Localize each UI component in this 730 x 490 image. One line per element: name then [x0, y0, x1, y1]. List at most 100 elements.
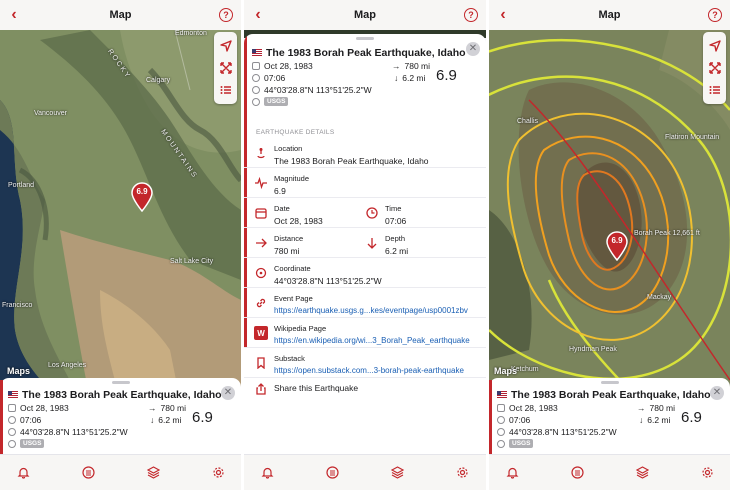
substack-link[interactable]: https://open.substack.com...3-borah-peak…	[274, 366, 480, 375]
arrow-right-icon: →	[637, 403, 646, 413]
distance-row: → 780 mi	[637, 403, 675, 413]
depth-value: 6.2 mi	[402, 73, 426, 83]
share-row[interactable]: Share this Earthquake	[244, 378, 486, 400]
clock-icon	[252, 74, 260, 82]
tab-bar	[0, 454, 241, 490]
bell-icon	[17, 467, 29, 479]
nav-bar: ‹ Map ?	[0, 0, 241, 30]
gear-icon	[457, 467, 469, 478]
screen-map-zoomed: ‹ Map ? Challis Borah Peak 12,661 ft Mac…	[489, 0, 730, 490]
coordinate-detail-value: 44°03'28.8"N 113°51'25.2"W	[274, 276, 382, 286]
details-sheet[interactable]: ✕ The 1983 Borah Peak Earthquake, Idaho …	[244, 34, 486, 454]
detail-row-distance-depth: Distance 780 mi Depth 6.2 mi	[244, 228, 486, 258]
layers-icon	[391, 466, 405, 479]
date-row: Oct 28, 1983	[8, 403, 69, 413]
sheet-grabber[interactable]	[111, 381, 130, 384]
pin-magnitude: 6.9	[136, 187, 148, 196]
distance-row: → 780 mi	[148, 403, 186, 413]
distance-value: 780 mi	[404, 61, 431, 71]
location-label: Location	[274, 144, 303, 153]
help-icon[interactable]: ?	[219, 8, 233, 22]
source-row: USGS	[252, 97, 289, 106]
target-icon	[254, 266, 268, 280]
help-icon[interactable]: ?	[464, 8, 478, 22]
calendar-icon	[252, 62, 260, 70]
close-icon[interactable]: ✕	[221, 386, 235, 400]
waveform-icon	[254, 176, 268, 190]
back-icon[interactable]: ‹	[6, 7, 22, 23]
event-page-link[interactable]: https://earthquake.usgs.g...kes/eventpag…	[274, 306, 480, 315]
wikipedia-link[interactable]: https://en.wikipedia.org/wi...3_Borah_Pe…	[274, 336, 480, 345]
magnitude-detail-value: 6.9	[274, 186, 286, 196]
arrow-down-icon	[365, 236, 379, 250]
tab-settings[interactable]	[699, 465, 715, 481]
list-icon[interactable]	[706, 79, 724, 101]
tab-list[interactable]	[324, 465, 340, 481]
quake-summary-sheet[interactable]: ✕ The 1983 Borah Peak Earthquake, Idaho …	[489, 378, 730, 454]
calendar-icon	[8, 404, 16, 412]
map-view[interactable]: R O C K Y M O U N T A I N S Edmonton Cal…	[0, 30, 241, 400]
tab-layers[interactable]	[390, 465, 406, 481]
magnitude-value: 6.9	[436, 67, 457, 84]
close-icon[interactable]: ✕	[710, 386, 724, 400]
wikipedia-label: Wikipedia Page	[274, 324, 327, 333]
expand-icon[interactable]	[217, 57, 235, 79]
coordinate-row: 44°03'28.8"N 113°51'25.2"W	[8, 427, 128, 437]
time-row: 07:06	[252, 73, 285, 83]
detail-row-wikipedia[interactable]: W Wikipedia Page https://en.wikipedia.or…	[244, 318, 486, 348]
layers-icon	[146, 466, 160, 479]
detail-row-substack[interactable]: Substack https://open.substack.com...3-b…	[244, 348, 486, 378]
share-label[interactable]: Share this Earthquake	[274, 383, 358, 393]
tab-layers[interactable]	[145, 465, 161, 481]
location-arrow-icon[interactable]	[217, 35, 235, 57]
time-detail-value: 07:06	[385, 216, 407, 226]
list-icon[interactable]	[217, 79, 235, 101]
detail-row-event-page[interactable]: Event Page https://earthquake.usgs.g...k…	[244, 288, 486, 318]
arrow-right-icon: →	[148, 403, 157, 413]
bookmark-icon	[254, 356, 268, 370]
date-detail-value: Oct 28, 1983	[274, 216, 323, 226]
map-label-mackay: Mackay	[647, 294, 672, 301]
map-label-vancouver: Vancouver	[34, 110, 67, 117]
earthquake-pin[interactable]: 6.9	[606, 231, 628, 262]
map-view[interactable]: Challis Borah Peak 12,661 ft Mackay Hynd…	[489, 30, 730, 400]
tab-alerts[interactable]	[15, 465, 31, 481]
nav-bar: ‹ Map ?	[244, 0, 486, 30]
back-icon[interactable]: ‹	[250, 7, 266, 23]
back-icon[interactable]: ‹	[495, 7, 511, 23]
tab-alerts[interactable]	[259, 465, 275, 481]
help-icon[interactable]: ?	[708, 8, 722, 22]
location-arrow-icon[interactable]	[706, 35, 724, 57]
close-icon[interactable]: ✕	[466, 42, 480, 56]
map-controls	[703, 32, 726, 104]
distance-row: → 780 mi	[392, 61, 430, 71]
list-circle-icon	[570, 466, 584, 479]
quake-summary-sheet[interactable]: ✕ The 1983 Borah Peak Earthquake, Idaho …	[0, 378, 241, 454]
tab-alerts[interactable]	[504, 465, 520, 481]
time-label: Time	[385, 204, 402, 213]
date-value: Oct 28, 1983	[509, 403, 558, 413]
tab-settings[interactable]	[210, 465, 226, 481]
tab-list[interactable]	[569, 465, 585, 481]
map-label-sanfrancisco: Francisco	[2, 302, 33, 309]
info-icon	[497, 439, 505, 448]
tab-list[interactable]	[80, 465, 96, 481]
target-icon	[252, 86, 260, 94]
sheet-grabber[interactable]	[356, 37, 374, 40]
accent-bar	[489, 380, 492, 454]
source-row: USGS	[497, 439, 534, 448]
expand-icon[interactable]	[706, 57, 724, 79]
date-row: Oct 28, 1983	[497, 403, 558, 413]
info-icon	[8, 439, 16, 448]
nav-title: Map	[109, 9, 132, 21]
tab-settings[interactable]	[455, 465, 471, 481]
source-badge: USGS	[264, 97, 289, 106]
arrow-down-icon: ↓	[394, 73, 399, 83]
tab-layers[interactable]	[634, 465, 650, 481]
coordinate-label: Coordinate	[274, 264, 311, 273]
clock-icon	[8, 416, 16, 424]
detail-row-magnitude: Magnitude 6.9	[244, 168, 486, 198]
earthquake-pin[interactable]: 6.9	[131, 182, 153, 213]
sheet-grabber[interactable]	[600, 381, 619, 384]
map-label-flatiron: Flatiron Mountain	[665, 134, 720, 141]
